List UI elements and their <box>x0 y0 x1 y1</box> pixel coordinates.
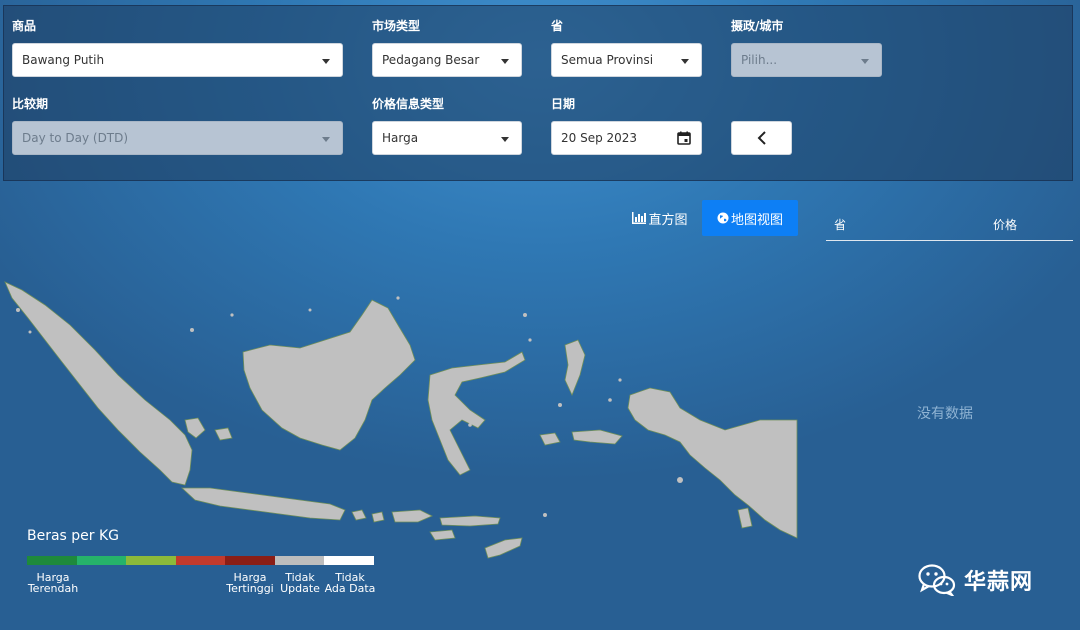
chevron-left-icon <box>757 131 766 145</box>
map-region-lombok <box>371 511 385 523</box>
map-region-sumba <box>429 529 456 541</box>
back-button[interactable] <box>731 121 792 155</box>
legend-swatch <box>126 556 176 565</box>
compare-period-select[interactable]: Day to Day (DTD) <box>12 121 343 155</box>
map-region-aru <box>737 507 753 529</box>
map-region-java <box>180 487 346 521</box>
map-region-bangka <box>184 417 206 439</box>
histogram-view-button[interactable]: 直方图 <box>625 200 695 236</box>
calendar-icon[interactable] <box>677 131 691 145</box>
market-type-select[interactable]: Pedagang Besar <box>372 43 522 77</box>
map-region-seram <box>571 429 623 445</box>
commodity-value: Bawang Putih <box>22 53 105 67</box>
commodity-label: 商品 <box>12 19 37 33</box>
province-select[interactable]: Semua Provinsi <box>551 43 702 77</box>
compare-period-value: Day to Day (DTD) <box>22 131 129 145</box>
legend-label-no-data: Tidak Ada Data <box>322 572 378 594</box>
wechat-icon <box>918 564 956 596</box>
chevron-down-icon <box>322 137 330 142</box>
regency-label: 摄政/城市 <box>731 19 784 33</box>
province-value: Semua Provinsi <box>561 53 654 67</box>
legend-swatch <box>274 556 325 565</box>
date-input[interactable]: 20 Sep 2023 <box>551 121 702 155</box>
chevron-down-icon <box>501 59 509 64</box>
legend-label-line: Ada Data <box>324 582 376 595</box>
date-label: 日期 <box>551 97 576 111</box>
legend-label-line: Update <box>280 582 320 595</box>
map-region-belitung <box>214 427 233 441</box>
map-region-sumatra <box>4 281 193 486</box>
legend-label-line: Terendah <box>27 582 79 595</box>
date-value: 20 Sep 2023 <box>561 131 638 145</box>
map-region-sulawesi <box>427 351 526 476</box>
chevron-down-icon <box>322 59 330 64</box>
map-region-kalimantan <box>242 299 416 451</box>
legend-label-highest: Harga Tertinggi <box>224 572 276 594</box>
column-header-province: 省 <box>834 218 847 232</box>
watermark: 华蒜网 <box>918 564 1033 596</box>
legend-swatch <box>76 556 127 565</box>
globe-icon <box>717 212 729 224</box>
legend-swatch <box>27 556 77 565</box>
commodity-select[interactable]: Bawang Putih <box>12 43 343 77</box>
price-table-header: 省 价格 <box>826 205 1073 241</box>
legend-swatch <box>175 556 226 565</box>
map-view-label: 地图视图 <box>730 212 783 228</box>
empty-table-message: 没有数据 <box>917 406 973 422</box>
province-label: 省 <box>551 19 564 33</box>
regency-placeholder: Pilih... <box>741 53 778 67</box>
column-header-price: 价格 <box>993 218 1018 232</box>
chevron-down-icon <box>501 137 509 142</box>
map-region-flores <box>439 515 501 527</box>
map-region-buru <box>539 432 561 446</box>
compare-period-label: 比较期 <box>12 97 49 111</box>
market-type-label: 市场类型 <box>372 19 421 33</box>
legend-label-line: Tertinggi <box>226 582 274 595</box>
chevron-down-icon <box>861 59 869 64</box>
legend-swatch <box>225 556 275 565</box>
map-region-bali <box>351 509 367 521</box>
histogram-view-label: 直方图 <box>648 212 688 228</box>
price-info-type-value: Harga <box>382 131 419 145</box>
legend-title: Beras per KG <box>27 528 120 544</box>
map-region-sumbawa <box>391 509 433 523</box>
market-type-value: Pedagang Besar <box>382 53 480 67</box>
map-region-halmahera <box>564 339 586 397</box>
map-region-papua <box>627 387 798 539</box>
chevron-down-icon <box>681 59 689 64</box>
watermark-text: 华蒜网 <box>964 570 1034 595</box>
regency-select[interactable]: Pilih... <box>731 43 882 77</box>
map-view-button[interactable]: 地图视图 <box>702 200 798 236</box>
legend-label-lowest: Harga Terendah <box>27 572 79 594</box>
map-region-timor <box>484 537 523 559</box>
legend-label-not-updated: Tidak Update <box>274 572 326 594</box>
price-info-type-label: 价格信息类型 <box>372 97 445 111</box>
price-info-type-select[interactable]: Harga <box>372 121 522 155</box>
legend-swatch <box>324 556 375 565</box>
legend-color-bar <box>27 556 375 565</box>
indonesia-map[interactable] <box>0 270 800 575</box>
bar-chart-icon <box>632 212 647 224</box>
